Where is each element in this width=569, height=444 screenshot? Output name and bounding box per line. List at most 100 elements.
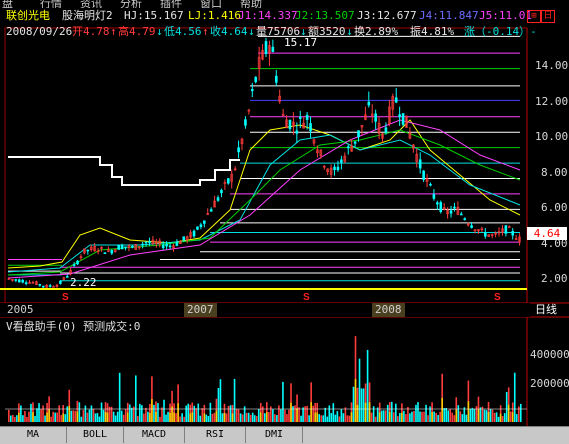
stock-chart[interactable]: SSS <box>0 0 569 443</box>
signal-markers: SSS <box>62 292 501 303</box>
candle-body <box>86 249 90 252</box>
volume-bar <box>334 414 337 422</box>
volume-bar <box>392 412 395 422</box>
close-icon[interactable]: 日 <box>541 10 555 23</box>
volume-bar <box>193 405 196 422</box>
volume-bar <box>405 414 407 422</box>
volume-bar <box>249 414 252 422</box>
volume-bar <box>308 415 310 422</box>
candle-body <box>353 141 357 144</box>
volume-bar-highlight <box>106 412 109 422</box>
bar-date: 2008/09/26 <box>6 25 73 38</box>
candle-body <box>511 231 515 236</box>
volume-bar <box>98 416 101 422</box>
close-arrow-icon: ↓ <box>248 25 255 38</box>
change-value: 涨（-0.14）- <box>464 25 537 38</box>
volume-bar <box>229 405 232 422</box>
volume-bar <box>288 409 290 422</box>
candle-body <box>203 220 206 224</box>
volume-bar <box>114 415 117 422</box>
volume-bar <box>386 404 389 422</box>
volume-bar <box>153 404 155 422</box>
volume-bar <box>96 413 99 422</box>
volume-bar <box>489 408 492 422</box>
tab-macd[interactable]: MACD <box>124 427 185 443</box>
candle-body <box>254 76 258 83</box>
volume-tick: 400000 <box>530 348 569 361</box>
j2-value: J2:13.507 <box>295 9 355 22</box>
volume-bar <box>473 409 476 422</box>
volume-bar-highlight <box>455 409 458 422</box>
tab-ma[interactable]: MA <box>0 427 67 443</box>
candle-body <box>298 116 302 119</box>
volume-bar <box>395 403 397 422</box>
volume-bar <box>362 388 365 422</box>
indicator-header: 联创光电 股海明灯2 HJ:15.167 LJ:1.416 J1:14.337 … <box>0 9 569 23</box>
candle-body <box>453 206 456 209</box>
date-axis: 2005 2007 2008 <box>0 303 530 317</box>
volume-bar <box>423 411 425 422</box>
hj-value: HJ:15.167 <box>124 9 184 22</box>
volume-bar <box>282 381 284 422</box>
candle-body <box>333 166 336 171</box>
volume-bar <box>219 379 222 422</box>
lj-value: LJ:1.416 <box>188 9 241 22</box>
volume-bar-highlight <box>104 412 107 422</box>
candle-body <box>65 276 69 278</box>
date-label: 2005 <box>7 303 34 316</box>
volume-bar <box>453 415 456 422</box>
volume-bar <box>328 405 331 422</box>
candle-body <box>131 246 134 248</box>
volume-bar <box>513 372 516 422</box>
volume-bar <box>72 410 75 422</box>
volume-bar <box>159 416 161 422</box>
volume-bar <box>92 408 95 422</box>
j4-value: J4:11.847 <box>419 9 479 22</box>
candle-body <box>357 130 360 138</box>
settings-icon[interactable]: ⊞ <box>527 10 541 23</box>
volume-bar <box>348 415 351 422</box>
turnover-value: 换2.89% <box>354 25 399 38</box>
candle-body <box>161 244 165 248</box>
volume-bar <box>425 404 427 422</box>
period-label[interactable]: 日线 <box>531 303 561 317</box>
volume-bar <box>403 410 405 422</box>
candle-body <box>346 146 350 149</box>
indicator-tabs: MA BOLL MACD RSI DMI <box>0 426 569 444</box>
volume-bar <box>505 392 508 422</box>
volume-bar-highlight <box>356 404 359 422</box>
candle-body <box>274 75 278 83</box>
tab-dmi[interactable]: DMI <box>246 427 303 443</box>
volume-bar <box>100 402 103 422</box>
volume-bar <box>263 413 266 422</box>
volume-bar <box>332 403 335 422</box>
volume-bar <box>82 409 85 422</box>
signal-s-icon: S <box>62 292 69 303</box>
volume-bar <box>181 413 183 422</box>
price-tick: 14.00 <box>535 59 569 72</box>
volume-bar <box>84 405 87 422</box>
volume-bar <box>134 375 137 422</box>
volume-bar <box>70 410 73 422</box>
volume-bar <box>463 407 466 422</box>
candle-body <box>340 159 343 163</box>
volume-bar <box>300 415 302 422</box>
price-tick: 10.00 <box>535 130 569 143</box>
candle-body <box>429 183 432 186</box>
candle-body <box>422 170 425 180</box>
signal-s-icon: S <box>494 292 501 303</box>
last-price-tag: 4.64 <box>527 227 567 240</box>
signal-s-icon: S <box>303 292 310 303</box>
tab-rsi[interactable]: RSI <box>185 427 246 443</box>
candle-body <box>17 279 21 283</box>
volume-bar-highlight <box>378 412 381 422</box>
tab-boll[interactable]: BOLL <box>67 427 124 443</box>
volume-bar <box>370 412 373 422</box>
volume-bar <box>461 414 464 422</box>
candle-body <box>175 241 179 246</box>
volume-bar <box>116 411 119 422</box>
candle-body <box>124 246 127 249</box>
volume-bar-highlight <box>151 399 153 422</box>
volume-bar <box>227 405 230 422</box>
candle-body <box>199 224 203 227</box>
